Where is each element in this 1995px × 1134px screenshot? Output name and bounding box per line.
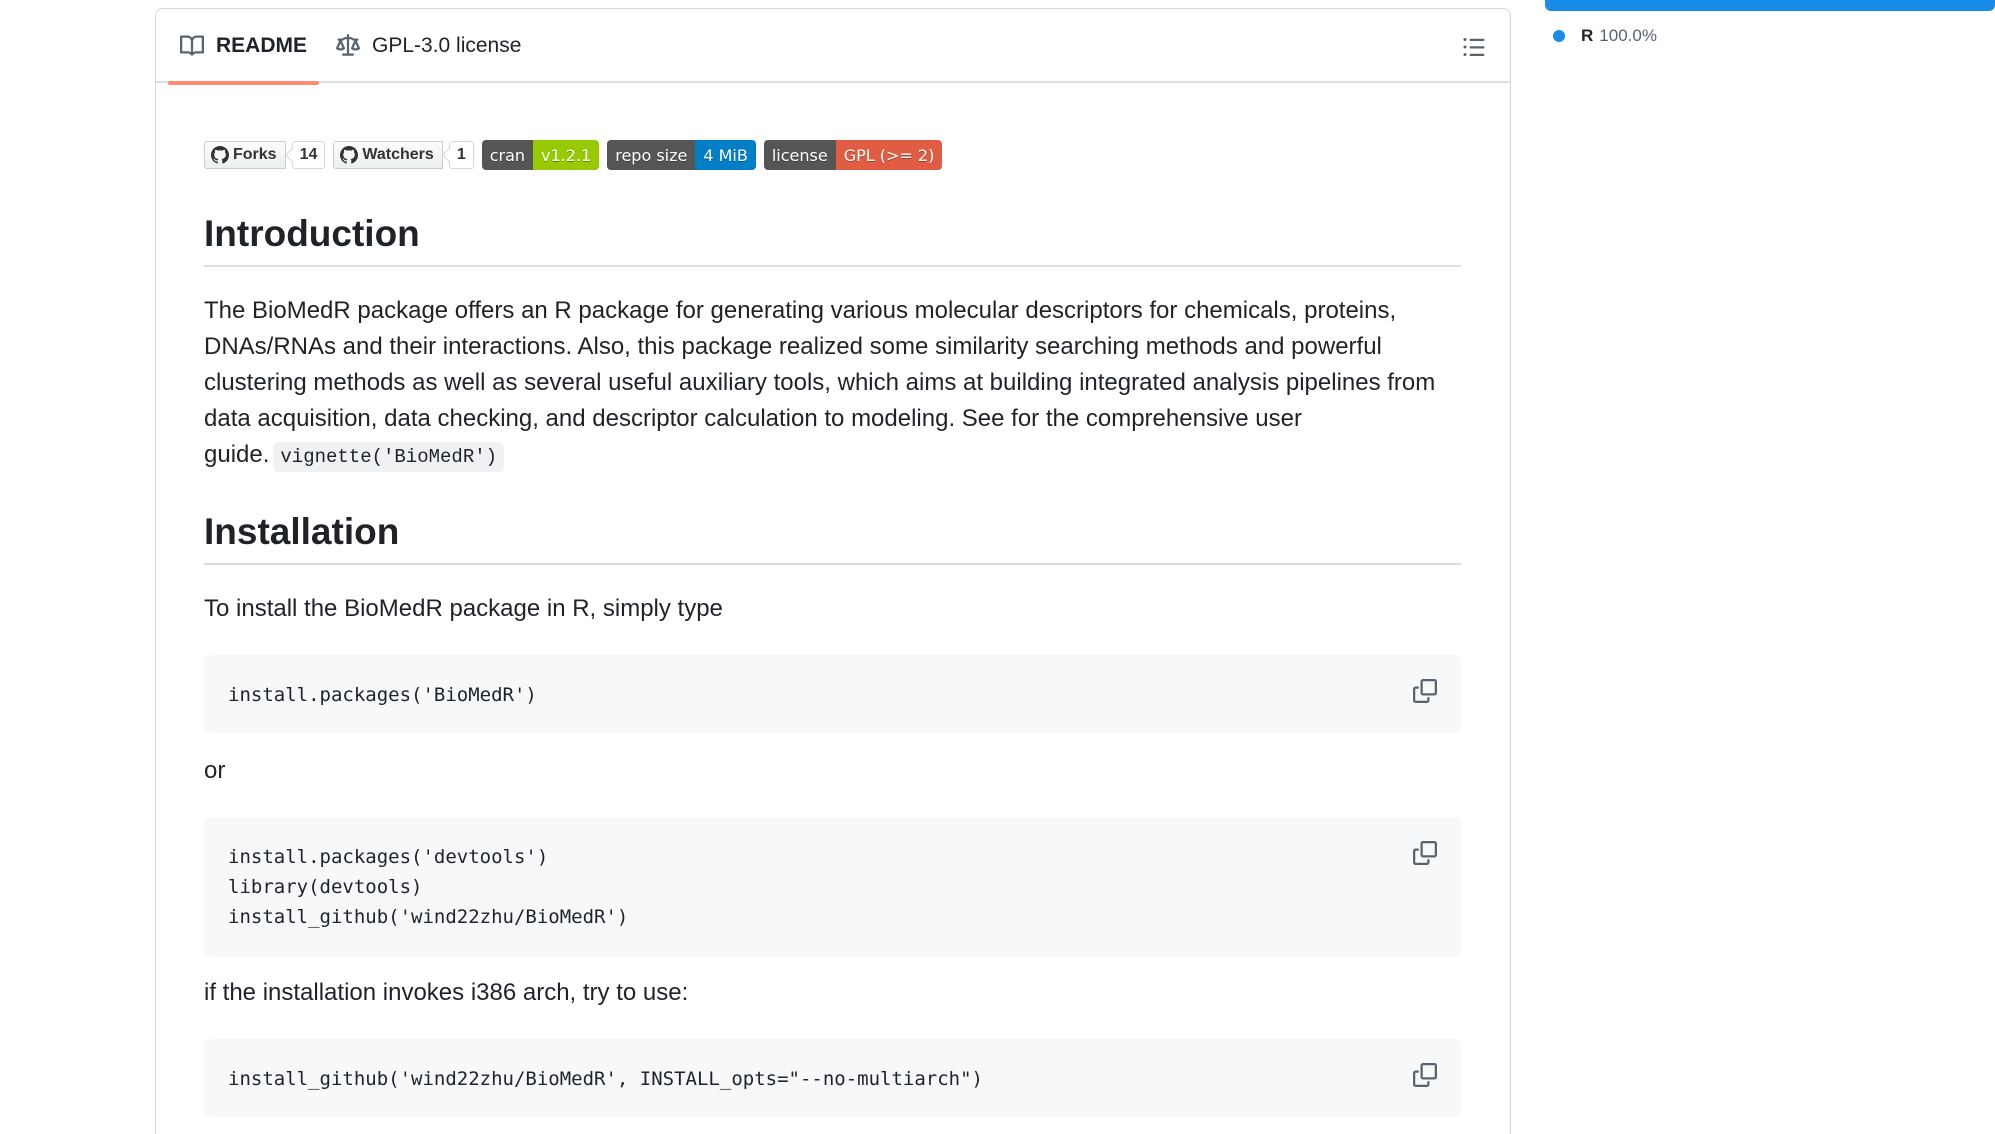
outline-button[interactable]	[1458, 31, 1490, 63]
tab-license[interactable]: GPL-3.0 license	[336, 9, 521, 83]
tab-readme[interactable]: README	[168, 9, 320, 85]
watchers-badge[interactable]: Watchers 1	[333, 141, 474, 169]
copy-button[interactable]	[1409, 1059, 1441, 1091]
law-icon	[336, 34, 360, 56]
forks-badge[interactable]: Forks 14	[204, 141, 326, 169]
copy-icon	[1413, 679, 1437, 703]
installation-heading: Installation	[204, 509, 1461, 566]
code-line: install_github('wind22zhu/BioMedR')	[228, 906, 629, 928]
introduction-paragraph: The BioMedR package offers an R package …	[204, 293, 1461, 475]
readme-tabbar: README GPL-3.0 license	[156, 9, 1510, 85]
language-bar[interactable]	[1545, 0, 1995, 11]
language-percent: 100.0%	[1599, 26, 1657, 45]
cran-badge-value: v1.2.1	[533, 140, 600, 170]
badge-row: Forks 14 Watchers 1 cran v1.2.1 repo siz…	[204, 139, 950, 171]
copy-button[interactable]	[1409, 837, 1441, 869]
language-item-r[interactable]: R 100.0%	[1553, 26, 1657, 46]
license-badge-label: license	[763, 140, 836, 170]
repo-size-badge-value: 4 MiB	[695, 140, 756, 170]
github-icon	[340, 146, 359, 164]
copy-icon	[1413, 841, 1437, 865]
tab-readme-label: README	[216, 34, 308, 57]
sidebar-languages: R 100.0%	[1545, 0, 1995, 1134]
or-text: or	[204, 757, 226, 784]
copy-button[interactable]	[1409, 675, 1441, 707]
code-block-install-no-multiarch: install_github('wind22zhu/BioMedR', INST…	[204, 1039, 1461, 1117]
repo-size-badge-label: repo size	[607, 140, 696, 170]
book-icon	[180, 35, 204, 56]
tab-license-label: GPL-3.0 license	[372, 34, 522, 57]
code-line: install.packages('devtools')	[228, 846, 549, 868]
inline-code-vignette: vignette('BioMedR')	[273, 442, 505, 472]
code-line: install.packages('BioMedR')	[228, 684, 537, 706]
readme-panel: README GPL-3.0 license Forks 14 Watchers…	[155, 8, 1511, 1134]
introduction-heading: Introduction	[204, 211, 1461, 268]
copy-icon	[1413, 1063, 1437, 1087]
language-name: R	[1581, 26, 1594, 45]
code-block-install-github: install.packages('devtools') library(dev…	[204, 817, 1461, 957]
watchers-count: 1	[448, 141, 474, 169]
code-block-install-cran: install.packages('BioMedR')	[204, 655, 1461, 733]
github-icon	[211, 146, 229, 164]
license-badge-value: GPL (>= 2)	[835, 140, 943, 170]
list-unordered-icon	[1463, 38, 1485, 56]
cran-badge[interactable]: cran v1.2.1	[481, 140, 600, 170]
active-tab-indicator	[168, 81, 320, 85]
install-instructions: To install the BioMedR package in R, sim…	[204, 595, 723, 622]
repo-size-badge[interactable]: repo size 4 MiB	[607, 140, 756, 170]
cran-badge-label: cran	[481, 140, 534, 170]
code-line: library(devtools)	[228, 876, 423, 898]
forks-label: Forks	[233, 146, 277, 163]
i386-instructions: if the installation invokes i386 arch, t…	[204, 979, 689, 1006]
watchers-label: Watchers	[362, 146, 434, 163]
license-badge[interactable]: license GPL (>= 2)	[763, 140, 943, 170]
language-color-dot	[1553, 30, 1565, 42]
code-line: install_github('wind22zhu/BioMedR', INST…	[228, 1068, 983, 1090]
forks-count: 14	[291, 141, 326, 169]
